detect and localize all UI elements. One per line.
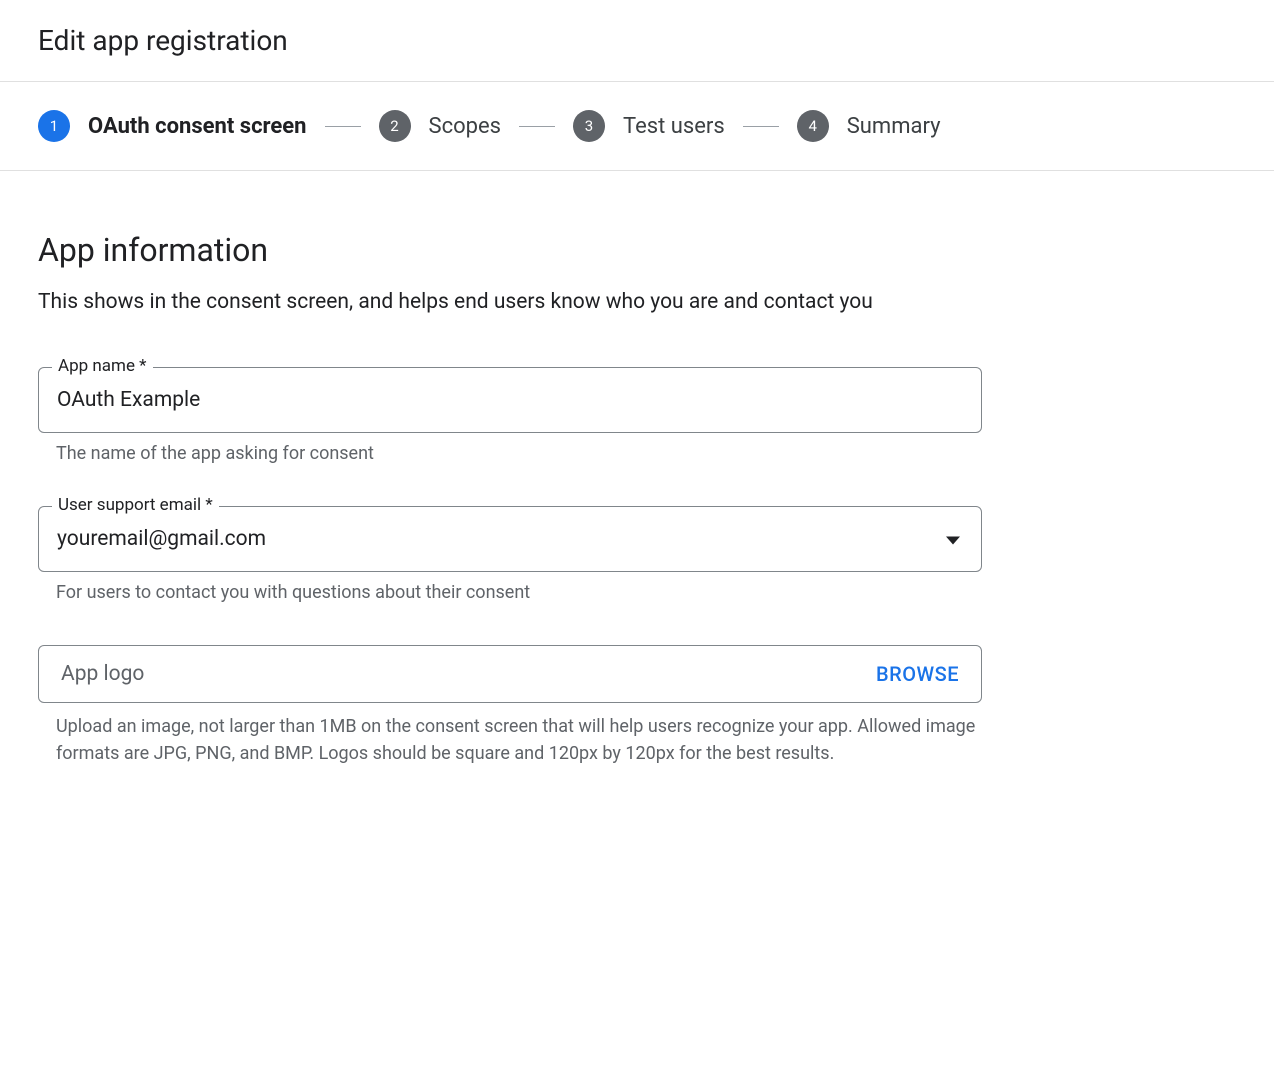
step-number: 4 <box>797 110 829 142</box>
page-title: Edit app registration <box>0 0 1274 82</box>
support-email-field-wrapper: User support email * youremail@gmail.com <box>38 506 982 572</box>
step-number: 1 <box>38 110 70 142</box>
step-divider <box>519 126 555 127</box>
app-name-hint: The name of the app asking for consent <box>56 443 982 464</box>
app-logo-hint: Upload an image, not larger than 1MB on … <box>56 713 976 769</box>
app-name-label: App name * <box>52 356 153 376</box>
browse-button[interactable]: BROWSE <box>876 662 959 686</box>
app-name-input[interactable] <box>38 367 982 433</box>
step-label: Summary <box>847 114 941 139</box>
support-email-select[interactable]: youremail@gmail.com <box>38 506 982 572</box>
step-divider <box>325 126 361 127</box>
step-label: Test users <box>623 114 725 139</box>
step-label: Scopes <box>429 114 502 139</box>
step-number: 3 <box>573 110 605 142</box>
section-description: This shows in the consent screen, and he… <box>38 287 958 319</box>
app-logo-placeholder: App logo <box>61 662 144 686</box>
support-email-hint: For users to contact you with questions … <box>56 582 982 603</box>
step-test-users[interactable]: 3 Test users <box>573 110 725 142</box>
step-summary[interactable]: 4 Summary <box>797 110 941 142</box>
step-number: 2 <box>379 110 411 142</box>
app-name-field-wrapper: App name * <box>38 367 982 433</box>
step-label: OAuth consent screen <box>88 114 307 139</box>
step-scopes[interactable]: 2 Scopes <box>379 110 502 142</box>
content-area: App information This shows in the consen… <box>0 171 1020 808</box>
app-logo-field: App logo BROWSE <box>38 645 982 703</box>
section-title: App information <box>38 231 982 269</box>
step-divider <box>743 126 779 127</box>
stepper: 1 OAuth consent screen 2 Scopes 3 Test u… <box>0 82 1274 171</box>
support-email-label: User support email * <box>52 495 219 515</box>
step-oauth-consent[interactable]: 1 OAuth consent screen <box>38 110 307 142</box>
